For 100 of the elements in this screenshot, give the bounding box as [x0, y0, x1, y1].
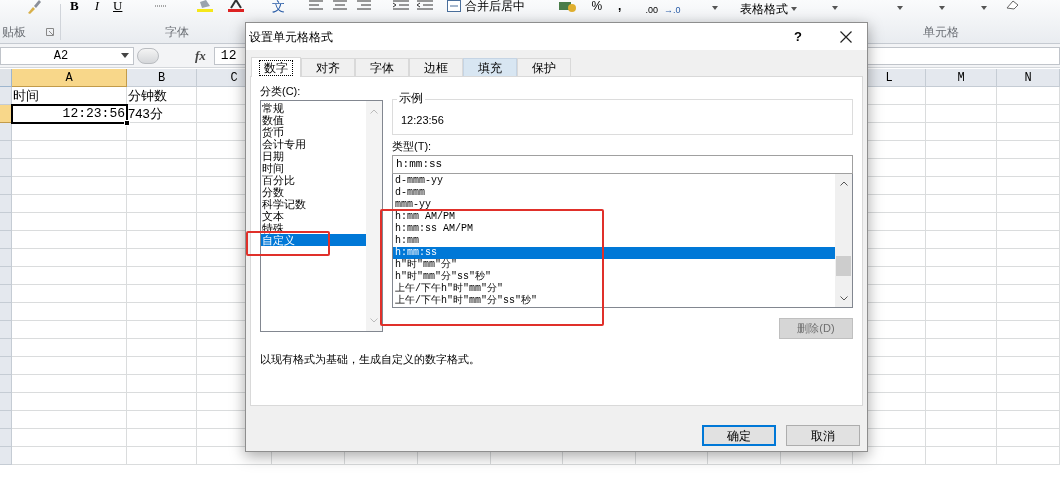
grid-cell[interactable] — [926, 141, 997, 159]
type-item[interactable]: 上午/下午h"时"mm"分" — [393, 283, 835, 295]
align-right-icon[interactable] — [357, 0, 372, 10]
grid-cell[interactable] — [127, 177, 197, 195]
grid-cell[interactable] — [997, 141, 1060, 159]
grid-cell[interactable] — [127, 195, 197, 213]
grid-cell[interactable] — [12, 213, 127, 231]
currency-icon[interactable] — [559, 0, 578, 12]
grid-cell[interactable] — [997, 285, 1060, 303]
grid-cell[interactable] — [997, 393, 1060, 411]
category-item[interactable]: 货币 — [261, 126, 366, 138]
row-header[interactable] — [0, 105, 12, 123]
grid-cell[interactable] — [12, 357, 127, 375]
grid-cell[interactable] — [127, 231, 197, 249]
category-item[interactable]: 时间 — [261, 162, 366, 174]
caret-icon[interactable] — [712, 6, 719, 10]
grid-cell[interactable] — [997, 375, 1060, 393]
grid-cell[interactable] — [127, 123, 197, 141]
category-item[interactable]: 分数 — [261, 186, 366, 198]
selected-cell[interactable]: 12:23:56 — [12, 105, 127, 123]
dialog-button[interactable]: 取消 — [786, 425, 860, 446]
type-item[interactable]: d-mmm-yy — [393, 175, 835, 187]
grid-cell[interactable]: 时间 — [12, 87, 127, 105]
grid-cell[interactable] — [997, 411, 1060, 429]
grid-cell[interactable] — [127, 393, 197, 411]
merge-icon[interactable] — [447, 0, 462, 12]
grid-cell[interactable] — [926, 285, 997, 303]
grid-cell[interactable] — [926, 195, 997, 213]
grid-cell[interactable] — [997, 249, 1060, 267]
caret-icon[interactable] — [939, 6, 946, 10]
grid-cell[interactable] — [997, 267, 1060, 285]
grid-cell[interactable]: 分钟数 — [127, 87, 197, 105]
type-item[interactable]: h"时"mm"分"ss"秒" — [393, 271, 835, 283]
fill-color-icon[interactable] — [196, 0, 215, 12]
scroll-down-icon[interactable] — [839, 296, 848, 301]
category-item[interactable]: 会计专用 — [261, 138, 366, 150]
increase-decimal-button[interactable]: .00 — [645, 4, 658, 16]
grid-cell[interactable] — [926, 177, 997, 195]
grid-cell[interactable] — [997, 303, 1060, 321]
tab[interactable]: 数字 — [251, 57, 301, 77]
category-item[interactable]: 科学记数 — [261, 198, 366, 210]
grid-cell[interactable] — [12, 123, 127, 141]
grid-cell[interactable] — [926, 303, 997, 321]
merge-center-button[interactable]: 合并后居中 — [465, 0, 526, 12]
grid-cell[interactable] — [127, 339, 197, 357]
grid-cell[interactable] — [926, 375, 997, 393]
grid-cell[interactable] — [12, 159, 127, 177]
category-item[interactable]: 文本 — [261, 210, 366, 222]
category-item[interactable]: 自定义 — [261, 234, 366, 246]
grid-cell[interactable] — [127, 267, 197, 285]
scroll-thumb[interactable] — [836, 256, 851, 276]
type-item[interactable]: d-mmm — [393, 187, 835, 199]
scroll-up-icon[interactable] — [839, 181, 848, 186]
grid-cell[interactable] — [926, 159, 997, 177]
caret-icon[interactable] — [791, 7, 798, 11]
grid-cell[interactable] — [127, 429, 197, 447]
type-item[interactable]: h:mm:ss AM/PM — [393, 223, 835, 235]
fill-handle[interactable] — [124, 120, 130, 126]
grid-cell[interactable] — [12, 177, 127, 195]
tab[interactable]: 填充 — [463, 58, 517, 76]
grid-cell[interactable] — [127, 213, 197, 231]
grid-cell[interactable] — [997, 447, 1060, 465]
grid-cell[interactable] — [12, 285, 127, 303]
grid-cell[interactable] — [12, 447, 127, 465]
help-button[interactable]: ? — [788, 26, 808, 47]
grid-cell[interactable] — [997, 231, 1060, 249]
row-header-corner[interactable] — [0, 69, 12, 87]
grid-cell[interactable] — [926, 321, 997, 339]
dialog-launcher-icon[interactable] — [46, 28, 54, 36]
type-field[interactable]: h:mm:ss — [392, 155, 853, 174]
paintbrush-icon[interactable] — [26, 0, 42, 14]
grid-cell[interactable] — [12, 393, 127, 411]
type-list[interactable]: d-mmm-yy d-mmm mmm-yy h:mm AM/PM h:mm:ss AM/PM h:mm h:mm:ss h"时"mm"分" h"时"mm"分"ss"秒" 上午/下午h"时"mm"分" 上午/下午h"时"mm"分"ss"秒" — [392, 174, 853, 308]
grid-cell[interactable] — [997, 429, 1060, 447]
grid-cell[interactable] — [926, 123, 997, 141]
grid-cell[interactable] — [127, 249, 197, 267]
column-header[interactable]: B — [127, 69, 197, 87]
grid-cell[interactable] — [926, 411, 997, 429]
type-item[interactable]: h:mm:ss — [393, 247, 835, 259]
tab[interactable]: 字体 — [355, 58, 409, 76]
category-item[interactable]: 常规 — [261, 102, 366, 114]
grid-cell[interactable] — [926, 429, 997, 447]
type-item[interactable]: mmm-yy — [393, 199, 835, 211]
caret-icon[interactable] — [832, 6, 839, 10]
grid-cell[interactable] — [12, 231, 127, 249]
dialog-button[interactable]: 确定 — [702, 425, 776, 446]
category-item[interactable]: 数值 — [261, 114, 366, 126]
grid-cell[interactable] — [127, 159, 197, 177]
outdent-icon[interactable] — [417, 0, 434, 10]
grid-cell[interactable] — [12, 303, 127, 321]
grid-cell[interactable] — [997, 213, 1060, 231]
grid-cell[interactable] — [127, 285, 197, 303]
grid-cell[interactable] — [127, 303, 197, 321]
grid-cell[interactable] — [926, 447, 997, 465]
insert-function-button[interactable]: fx — [195, 45, 206, 66]
indent-icon[interactable] — [393, 0, 410, 10]
comma-button[interactable]: , — [618, 0, 622, 12]
grid-cell[interactable] — [926, 267, 997, 285]
grid-cell[interactable] — [12, 195, 127, 213]
type-item[interactable]: 上午/下午h"时"mm"分"ss"秒" — [393, 295, 835, 307]
